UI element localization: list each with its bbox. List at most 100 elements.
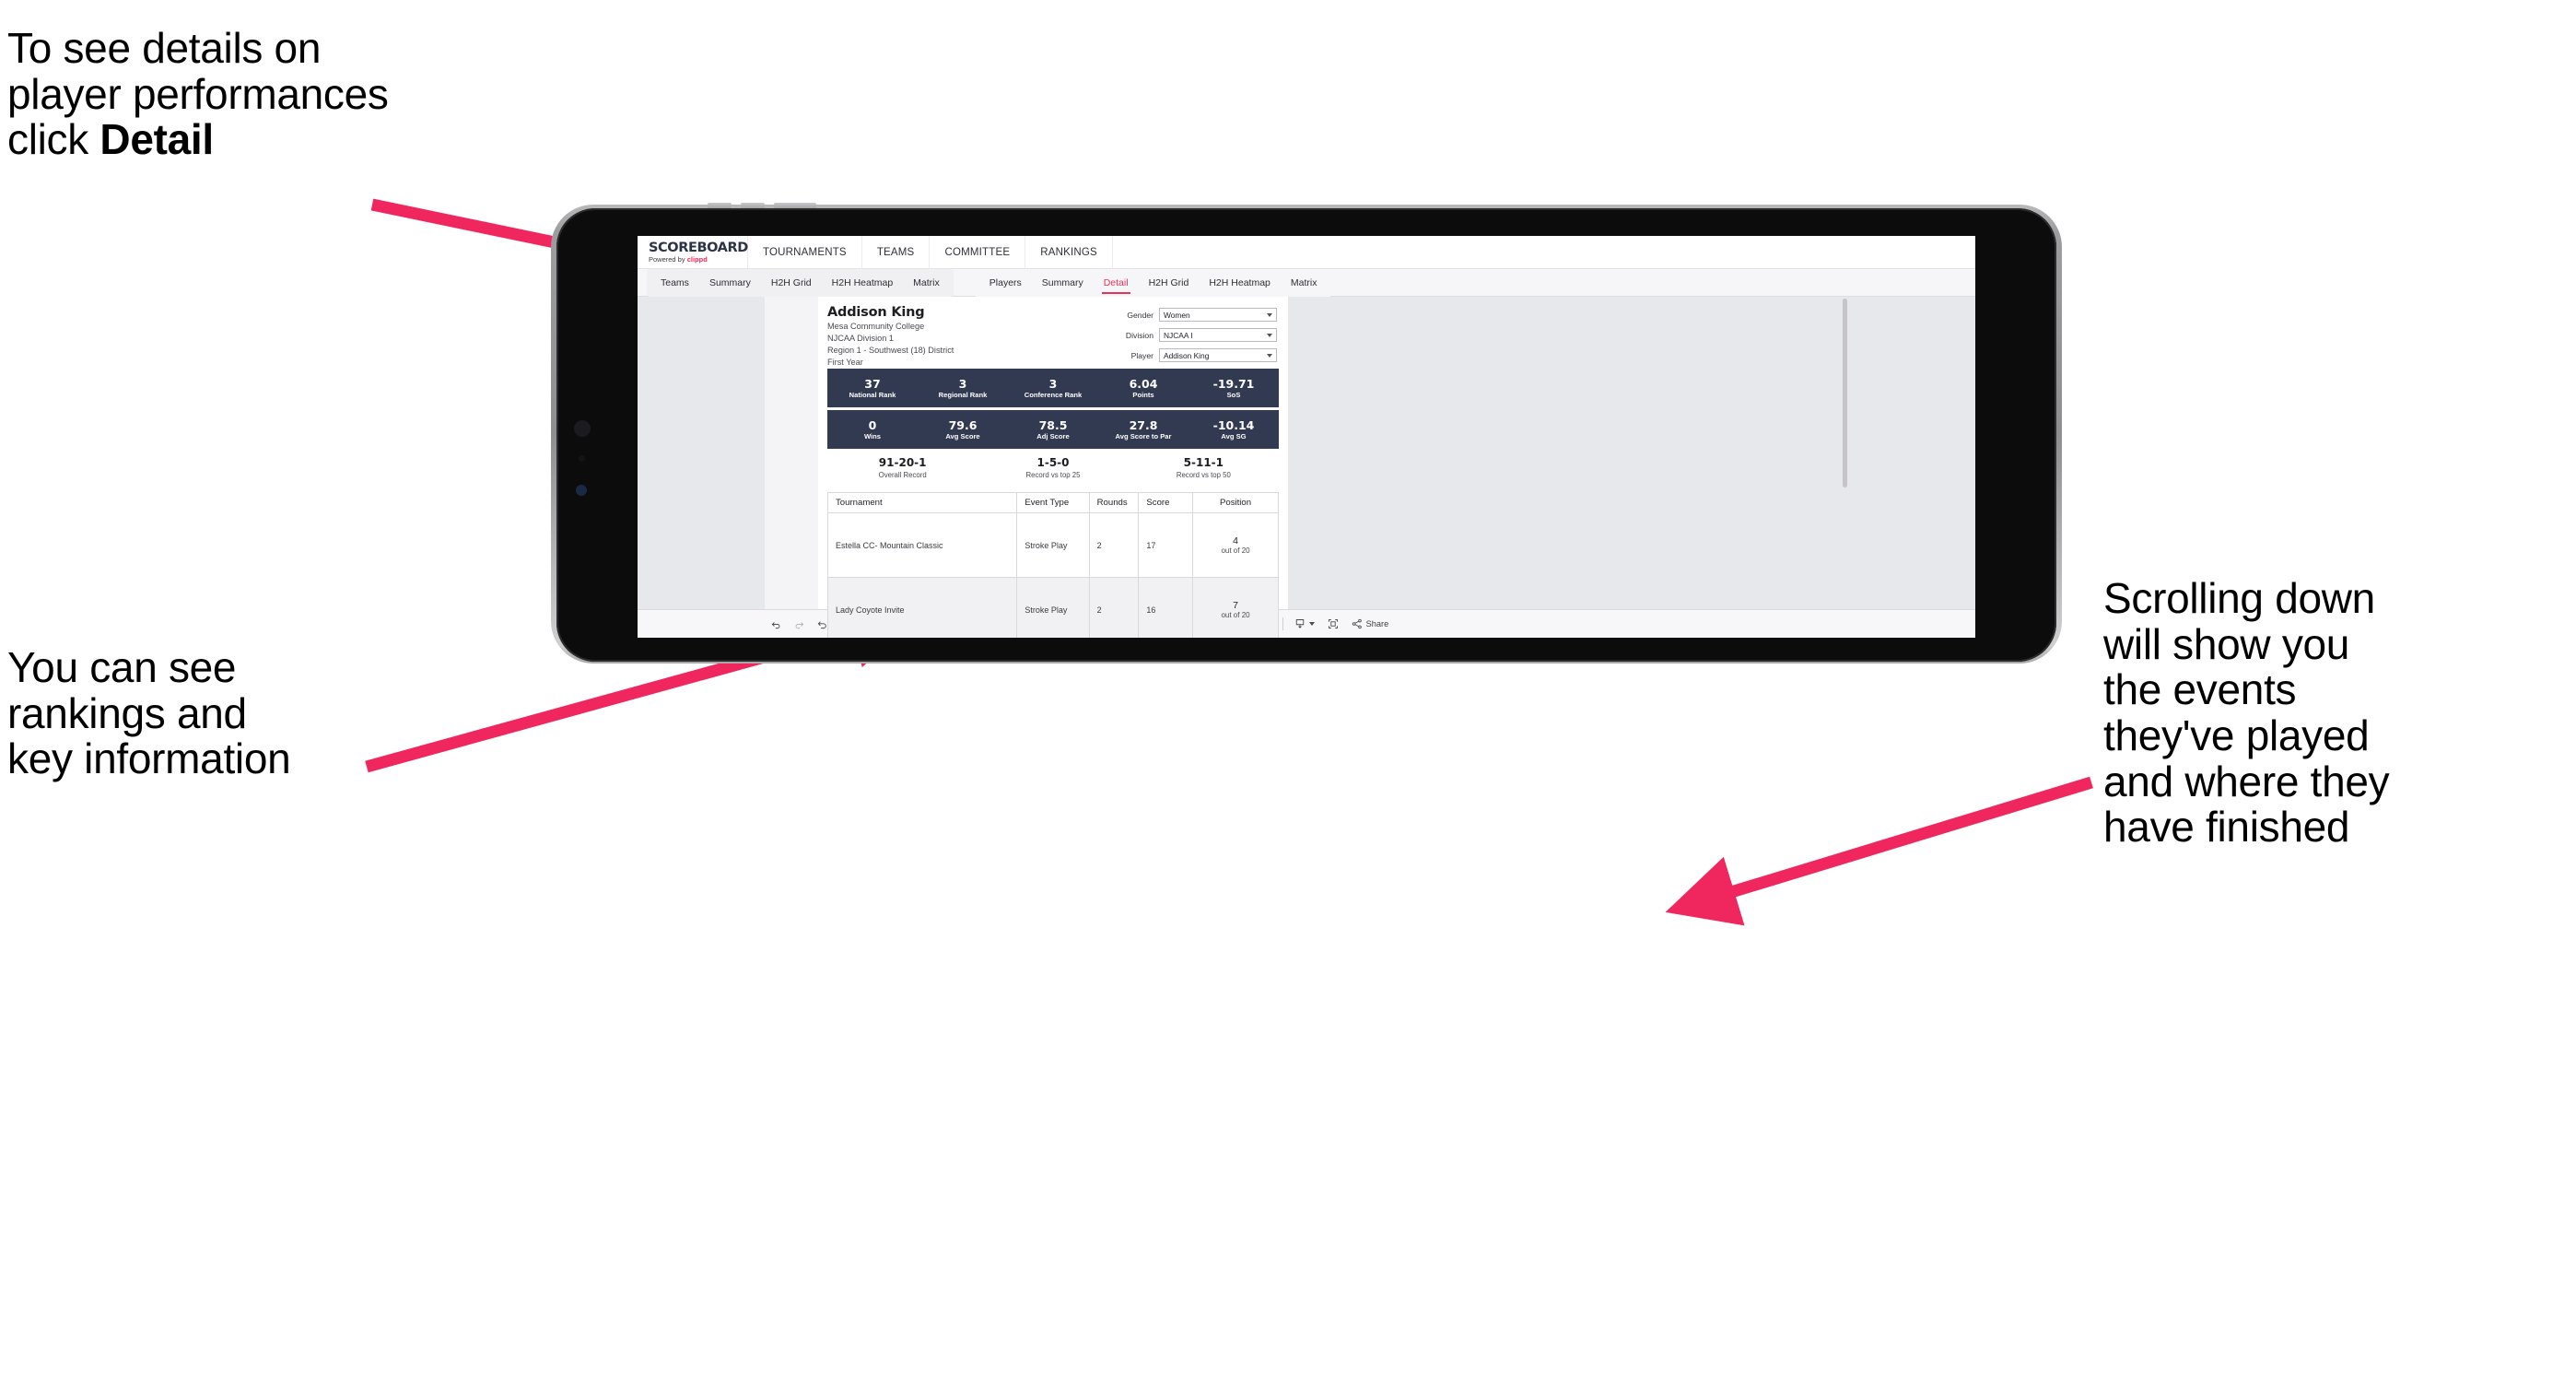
redo-icon xyxy=(794,619,804,629)
stat-label: Avg SG xyxy=(1221,431,1247,440)
table-header-row: Tournament Event Type Rounds Score Posit… xyxy=(826,492,1279,514)
stat-value: 79.6 xyxy=(948,417,978,432)
stats-row-scoring: 0 Wins 79.6 Avg Score 78.5 Adj Score 27.… xyxy=(827,410,1279,450)
workspace-left-padding xyxy=(638,297,765,609)
cell-tournament: Estella CC- Mountain Classic xyxy=(826,512,1018,579)
nav-committee[interactable]: COMMITTEE xyxy=(930,236,1026,268)
stat-label: Conference Rank xyxy=(1024,390,1083,399)
position-value: 7 xyxy=(1233,599,1238,611)
toolbar-divider xyxy=(1282,617,1283,630)
record-label: Overall Record xyxy=(878,471,927,480)
stat-label: Avg Score to Par xyxy=(1115,431,1172,440)
col-position[interactable]: Position xyxy=(1192,492,1279,514)
filter-select-player[interactable]: Addison King xyxy=(1159,348,1277,362)
logo-tagline-brand: clippd xyxy=(686,255,708,264)
stat-value: 27.8 xyxy=(1129,417,1158,432)
revert-icon xyxy=(817,619,827,629)
vertical-scrollbar[interactable] xyxy=(1842,297,1848,609)
filter-row-player: Player Addison King xyxy=(1085,348,1277,362)
redo-button[interactable] xyxy=(788,610,811,639)
cell-tournament: Lady Coyote Invite xyxy=(826,577,1018,638)
cell-position: 4 out of 20 xyxy=(1192,512,1279,579)
sensor-icon xyxy=(579,455,585,462)
filter-value-gender: Women xyxy=(1164,310,1190,320)
share-button[interactable]: Share xyxy=(1345,610,1396,639)
cell-position: 7 out of 20 xyxy=(1192,577,1279,638)
filter-select-division[interactable]: NJCAA I xyxy=(1159,328,1277,342)
cell-event-type: Stroke Play xyxy=(1016,512,1090,579)
record-value: 91-20-1 xyxy=(878,456,927,470)
col-event-type[interactable]: Event Type xyxy=(1016,492,1090,514)
stat-value: 6.04 xyxy=(1129,376,1158,391)
tab-players-h2h-heatmap[interactable]: H2H Heatmap xyxy=(1199,269,1281,297)
filter-label-gender: Gender xyxy=(1127,310,1153,320)
app-logo[interactable]: SCOREBOARD Powered by clippd xyxy=(638,236,748,268)
tab-teams-summary[interactable]: Summary xyxy=(699,269,761,297)
nav-teams[interactable]: TEAMS xyxy=(862,236,931,268)
cell-score: 16 xyxy=(1138,577,1194,638)
tablet-body: SCOREBOARD Powered by clippd TOURNAMENTS… xyxy=(556,208,2056,662)
dashboard-workspace: Addison King Mesa Community College NJCA… xyxy=(638,297,1975,638)
stat-sos: -19.71 SoS xyxy=(1188,378,1279,399)
tab-players[interactable]: Players xyxy=(979,269,1032,297)
annotation-top: To see details on player performances cl… xyxy=(7,25,634,164)
undo-button[interactable] xyxy=(765,610,788,639)
chevron-down-icon xyxy=(1308,622,1315,626)
tab-teams-matrix[interactable]: Matrix xyxy=(903,269,950,297)
tab-teams[interactable]: Teams xyxy=(650,269,699,297)
scrollbar-thumb[interactable] xyxy=(1843,299,1847,487)
player-header: Addison King Mesa Community College NJCA… xyxy=(818,305,1288,369)
logo-wordmark: SCOREBOARD xyxy=(649,240,748,255)
share-label: Share xyxy=(1365,619,1389,628)
stats-row-rankings: 37 National Rank 3 Regional Rank 3 Confe… xyxy=(827,369,1279,408)
stat-label: Avg Score xyxy=(945,431,980,440)
logo-tagline-prefix: Powered by xyxy=(649,255,687,264)
table-row[interactable]: Lady Coyote Invite Stroke Play 2 16 7 ou… xyxy=(826,577,1279,638)
stat-avg-score: 79.6 Avg Score xyxy=(918,419,1008,440)
tab-group-teams: Teams Summary H2H Grid H2H Heatmap Matri… xyxy=(647,268,954,297)
stat-label: SoS xyxy=(1226,390,1241,399)
app-screen: SCOREBOARD Powered by clippd TOURNAMENTS… xyxy=(638,236,1975,638)
header-spacer xyxy=(1113,236,1975,268)
stat-conference-rank: 3 Conference Rank xyxy=(1008,378,1098,399)
record-label: Record vs top 50 xyxy=(1176,471,1231,480)
annotation-top-bold: Detail xyxy=(100,115,214,164)
filter-panel: Gender Women Division NJCAA I Player Add… xyxy=(1085,308,1277,369)
col-rounds[interactable]: Rounds xyxy=(1088,492,1140,514)
record-vs-top-25: 1-5-0 Record vs top 25 xyxy=(978,457,1128,480)
filter-label-division: Division xyxy=(1125,330,1153,340)
col-tournament[interactable]: Tournament xyxy=(826,492,1018,514)
stat-label: Wins xyxy=(863,431,882,440)
stat-label: National Rank xyxy=(849,390,896,399)
record-value: 5-11-1 xyxy=(1183,456,1224,470)
tab-teams-h2h-grid[interactable]: H2H Grid xyxy=(761,269,822,297)
filter-value-player: Addison King xyxy=(1164,350,1210,360)
chevron-down-icon xyxy=(1267,333,1272,337)
table-row[interactable]: Estella CC- Mountain Classic Stroke Play… xyxy=(826,512,1279,579)
cell-event-type: Stroke Play xyxy=(1016,577,1090,638)
download-button[interactable] xyxy=(1288,610,1321,639)
fullscreen-button[interactable] xyxy=(1321,610,1345,639)
tab-players-detail[interactable]: Detail xyxy=(1094,269,1139,297)
tablet-device: SCOREBOARD Powered by clippd TOURNAMENTS… xyxy=(551,203,2062,664)
chevron-down-icon xyxy=(1267,353,1272,358)
position-value: 4 xyxy=(1233,534,1238,546)
tab-teams-h2h-heatmap[interactable]: H2H Heatmap xyxy=(822,269,904,297)
nav-rankings[interactable]: RANKINGS xyxy=(1025,236,1113,268)
share-icon xyxy=(1352,618,1363,629)
record-overall: 91-20-1 Overall Record xyxy=(827,456,978,480)
undo-icon xyxy=(771,619,781,629)
nav-tournaments[interactable]: TOURNAMENTS xyxy=(748,236,862,268)
tab-players-matrix[interactable]: Matrix xyxy=(1281,269,1328,297)
stat-points: 6.04 Points xyxy=(1098,378,1188,399)
player-detail-panel: Addison King Mesa Community College NJCA… xyxy=(818,297,1288,638)
col-score[interactable]: Score xyxy=(1138,492,1194,514)
record-vs-top-50: 5-11-1 Record vs top 50 xyxy=(1129,456,1279,480)
stat-value: -19.71 xyxy=(1212,376,1255,391)
tournaments-table: Tournament Event Type Rounds Score Posit… xyxy=(826,492,1279,638)
tab-players-summary[interactable]: Summary xyxy=(1032,269,1094,297)
tab-players-h2h-grid[interactable]: H2H Grid xyxy=(1139,269,1200,297)
stat-avg-sg: -10.14 Avg SG xyxy=(1188,419,1279,440)
tab-group-players: Players Summary Detail H2H Grid H2H Heat… xyxy=(975,268,1331,297)
filter-select-gender[interactable]: Women xyxy=(1159,308,1277,322)
